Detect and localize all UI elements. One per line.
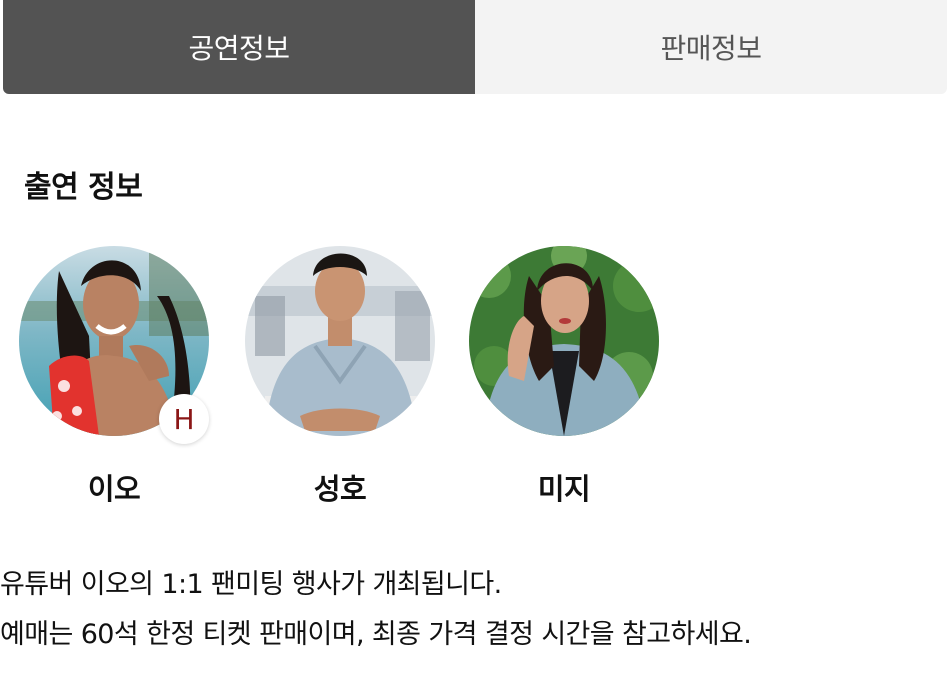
tab-performance-info[interactable]: 공연정보 bbox=[3, 0, 475, 94]
event-description: 유튜버 이오의 1:1 팬미팅 행사가 개최됩니다. 예매는 60석 한정 티켓… bbox=[0, 560, 947, 660]
cast-member[interactable]: H 이오 bbox=[19, 246, 209, 516]
description-line: 예매는 60석 한정 티켓 판매이며, 최종 가격 결정 시간을 참고하세요. bbox=[0, 619, 752, 650]
avatar[interactable] bbox=[245, 246, 435, 436]
cast-name: 성호 bbox=[313, 472, 367, 506]
section-title: 출연 정보 bbox=[24, 170, 143, 205]
cast-name: 이오 bbox=[87, 472, 141, 506]
description-line: 유튜버 이오의 1:1 팬미팅 행사가 개최됩니다. bbox=[0, 569, 502, 600]
tab-sales-info[interactable]: 판매정보 bbox=[475, 0, 947, 94]
avatar[interactable] bbox=[469, 246, 659, 436]
host-badge: H bbox=[159, 394, 209, 444]
cast-member[interactable]: 미지 bbox=[469, 246, 659, 516]
cast-name: 미지 bbox=[537, 472, 591, 506]
tab-bar: 공연정보 판매정보 bbox=[3, 0, 947, 94]
cast-member[interactable]: 성호 bbox=[245, 246, 435, 516]
